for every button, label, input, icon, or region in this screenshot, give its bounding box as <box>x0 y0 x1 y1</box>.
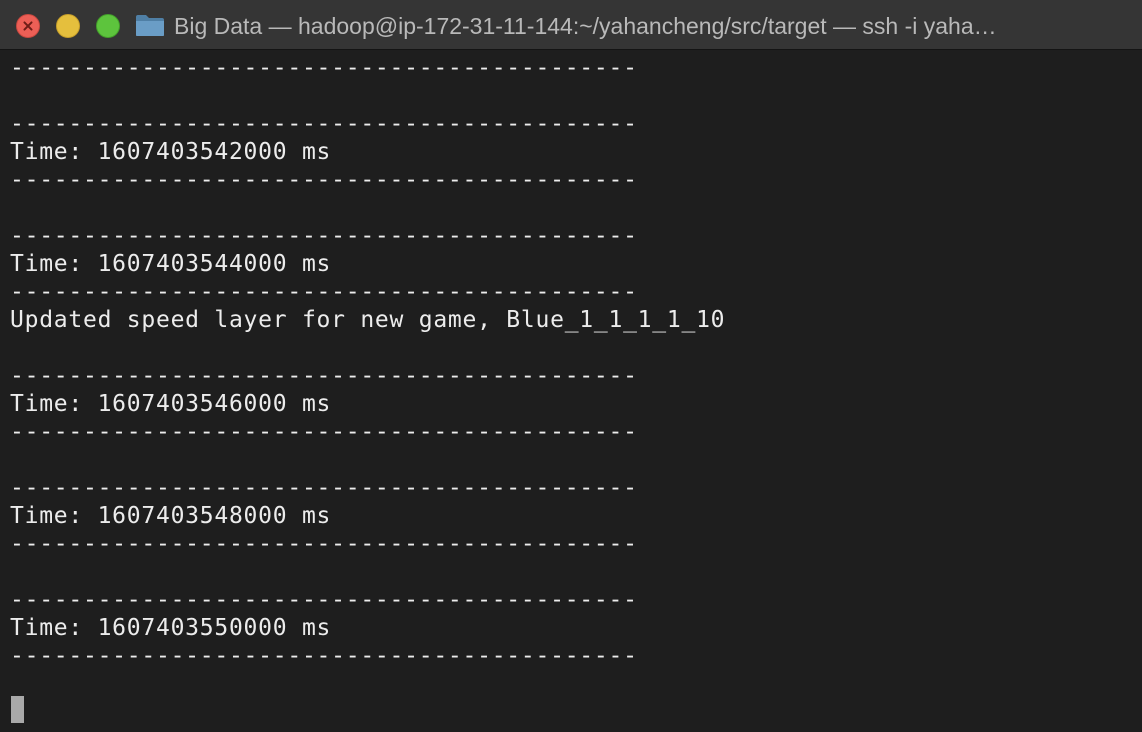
title-bar[interactable]: Big Data — hadoop@ip-172-31-11-144:~/yah… <box>0 0 1142 50</box>
terminal-output[interactable]: ----------------------------------------… <box>0 50 1142 732</box>
terminal-line: ----------------------------------------… <box>10 279 638 305</box>
terminal-line: ----------------------------------------… <box>10 111 638 137</box>
terminal-line: ----------------------------------------… <box>10 531 638 557</box>
zoom-button[interactable] <box>96 14 120 38</box>
terminal-line: Time: 1607403548000 ms <box>10 503 332 529</box>
terminal-window: Big Data — hadoop@ip-172-31-11-144:~/yah… <box>0 0 1142 732</box>
terminal-line: ----------------------------------------… <box>10 55 638 81</box>
terminal-line: ----------------------------------------… <box>10 223 638 249</box>
terminal-lines: ----------------------------------------… <box>10 54 725 670</box>
terminal-line: Updated speed layer for new game, Blue_1… <box>10 307 726 333</box>
terminal-line: ----------------------------------------… <box>10 363 638 389</box>
terminal-line: ----------------------------------------… <box>10 419 638 445</box>
window-title: Big Data — hadoop@ip-172-31-11-144:~/yah… <box>174 13 997 39</box>
folder-icon <box>136 15 164 36</box>
terminal-line: Time: 1607403542000 ms <box>10 139 332 165</box>
terminal-line: ----------------------------------------… <box>10 587 638 613</box>
close-button[interactable] <box>16 14 40 38</box>
terminal-line: ----------------------------------------… <box>10 167 638 193</box>
terminal-line: ----------------------------------------… <box>10 643 638 669</box>
minimize-button[interactable] <box>56 14 80 38</box>
terminal-line: Time: 1607403546000 ms <box>10 391 332 417</box>
terminal-line: ----------------------------------------… <box>10 475 638 501</box>
terminal-cursor <box>11 696 24 723</box>
terminal-line: Time: 1607403544000 ms <box>10 251 332 277</box>
terminal-line: Time: 1607403550000 ms <box>10 615 332 641</box>
